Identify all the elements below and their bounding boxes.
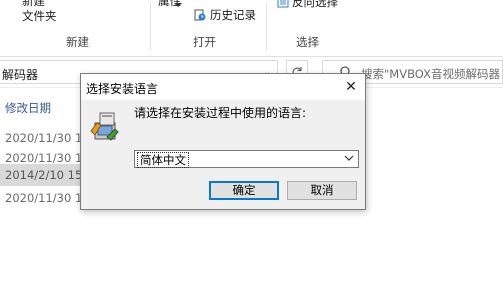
invert-selection-button[interactable]: 反向选择 [292, 0, 338, 10]
history-button[interactable]: 历史记录 [210, 7, 256, 23]
list-item[interactable]: 2020/11/30 1 [0, 127, 83, 149]
ribbon-divider [150, 2, 151, 50]
group-label-open: 打开 [193, 35, 216, 49]
group-label-select: 选择 [296, 35, 319, 49]
dialog-titlebar[interactable]: 选择安装语言 ✕ [81, 74, 365, 100]
close-button[interactable]: ✕ [339, 76, 363, 98]
list-item-date: 2020/11/30 1 [5, 191, 83, 205]
chevron-down-icon[interactable] [344, 154, 354, 162]
invert-selection-icon [277, 0, 289, 8]
language-selected-value: 简体中文 [137, 152, 189, 168]
search-placeholder: 搜索"MVBOX音视频解码器 [361, 67, 500, 81]
new-folder-button[interactable]: 文件夹 [22, 8, 57, 24]
close-icon: ✕ [345, 79, 357, 95]
ok-button[interactable]: 确定 [209, 181, 279, 200]
language-dialog: 选择安装语言 ✕ 请选择在安装过程中使用的语言: 简体中文 确定 取消 [80, 73, 366, 210]
list-item-selected[interactable]: 2014/2/10 15 [0, 164, 83, 186]
ribbon: 新建 文件夹 属性 历史记录 反向选择 新建 打开 选择 [0, 0, 503, 57]
group-label-new: 新建 [66, 35, 89, 49]
column-header-date-modified[interactable]: 修改日期 [5, 100, 51, 116]
installer-icon [90, 112, 119, 141]
dialog-title: 选择安装语言 [86, 82, 159, 96]
list-item[interactable]: 2020/11/30 1 [0, 187, 83, 209]
cancel-button[interactable]: 取消 [287, 181, 357, 200]
history-icon [194, 9, 206, 21]
ribbon-divider [266, 2, 267, 50]
dropdown-arrow-icon[interactable] [172, 0, 184, 11]
list-item-date: 2014/2/10 15 [5, 168, 83, 182]
language-select[interactable]: 简体中文 [134, 150, 359, 168]
list-item-date: 2020/11/30 1 [5, 131, 83, 145]
address-path: 解码器 [2, 68, 39, 82]
list-item-date: 2020/11/30 1 [5, 151, 83, 165]
language-prompt: 请选择在安装过程中使用的语言: [134, 106, 307, 120]
